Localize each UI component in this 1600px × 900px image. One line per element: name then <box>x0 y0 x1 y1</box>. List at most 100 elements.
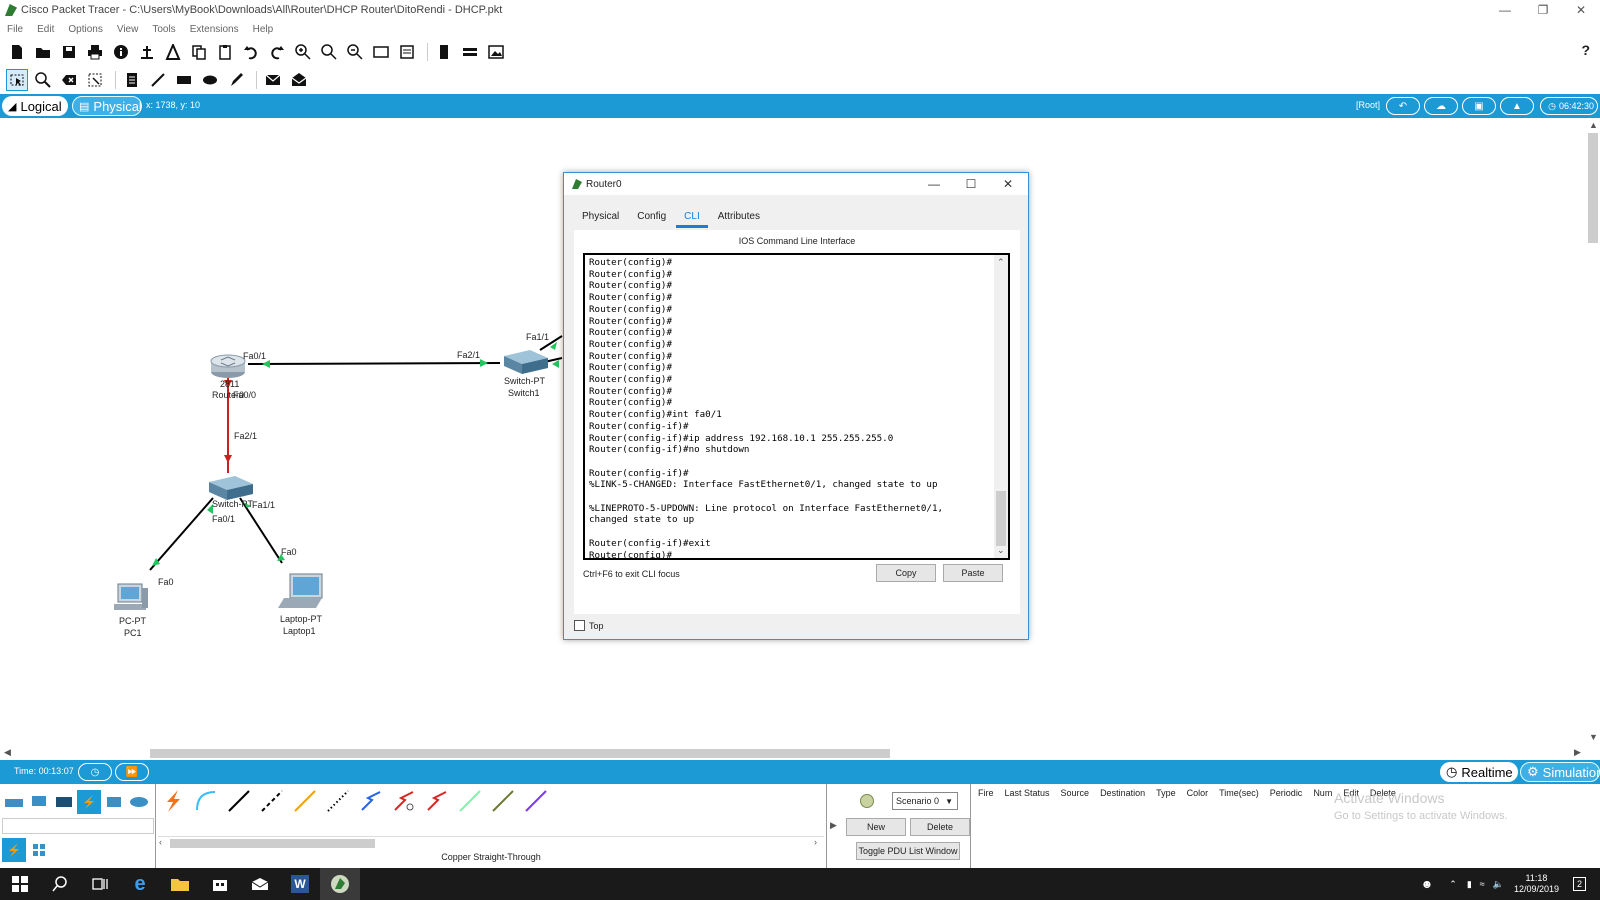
miscellaneous-icon[interactable] <box>102 790 126 814</box>
zoom-out-icon[interactable] <box>344 41 366 63</box>
menu-file[interactable]: File <box>7 24 23 35</box>
drawing-palette-icon[interactable] <box>370 41 392 63</box>
dialog-maximize-button[interactable]: ☐ <box>956 175 986 193</box>
cli-terminal[interactable]: Router(config)# Router(config)# Router(c… <box>583 253 1010 560</box>
simulation-mode-tab[interactable]: ⚙ Simulation <box>1520 762 1600 782</box>
draw-ellipse-icon[interactable] <box>199 69 221 91</box>
scroll-thumb[interactable] <box>170 839 375 848</box>
connections-icon[interactable] <box>77 790 101 814</box>
tab-attributes[interactable]: Attributes <box>710 208 768 228</box>
redo-icon[interactable] <box>266 41 288 63</box>
cluster-icon[interactable] <box>433 41 455 63</box>
simple-pdu-icon[interactable] <box>262 69 284 91</box>
select-icon[interactable] <box>6 69 28 91</box>
edge-browser-icon[interactable]: e <box>120 868 160 900</box>
logical-view-tab[interactable]: ◢ Logical <box>2 96 68 116</box>
new-file-icon[interactable] <box>6 41 28 63</box>
scroll-thumb[interactable] <box>996 491 1006 546</box>
start-windows-icon[interactable] <box>0 868 40 900</box>
place-note-icon[interactable] <box>121 69 143 91</box>
volume-icon[interactable]: 🔈 <box>1493 879 1504 890</box>
serial-dce-icon[interactable] <box>389 786 419 816</box>
paste-button[interactable]: Paste <box>943 564 1003 582</box>
menu-edit[interactable]: Edit <box>37 24 54 35</box>
workspace-vertical-scrollbar[interactable]: ▲ ▼ <box>1586 118 1600 746</box>
cluster-view-icon[interactable]: ☁ <box>1424 97 1458 115</box>
inspect-icon[interactable] <box>32 69 54 91</box>
scroll-down-arrow[interactable]: ▼ <box>1589 732 1598 742</box>
server-icon[interactable] <box>459 41 481 63</box>
scroll-right-arrow[interactable]: ▶ <box>1574 747 1581 758</box>
word-icon[interactable]: W <box>280 868 320 900</box>
fast-forward-icon[interactable]: ⏩ <box>115 763 149 781</box>
realtime-mode-tab[interactable]: ◷ Realtime <box>1440 762 1518 782</box>
workspace-clock[interactable]: ◷ 06:42:30 <box>1540 97 1598 115</box>
minimize-button[interactable]: — <box>1486 0 1524 20</box>
iot-custom-cable-icon[interactable] <box>488 786 518 816</box>
save-icon[interactable] <box>58 41 80 63</box>
draw-line-icon[interactable] <box>147 69 169 91</box>
zoom-in-icon[interactable] <box>292 41 314 63</box>
taskbar-clock[interactable]: 11:18 12/09/2019 <box>1514 873 1559 895</box>
network-devices-icon[interactable] <box>2 790 26 814</box>
menu-tools[interactable]: Tools <box>152 24 175 35</box>
components-icon[interactable] <box>52 790 76 814</box>
scroll-left-arrow[interactable]: ◀ <box>4 747 11 758</box>
mail-icon[interactable] <box>240 868 280 900</box>
usb-cable-icon[interactable] <box>521 786 551 816</box>
tab-cli[interactable]: CLI <box>676 208 708 228</box>
packet-tracer-taskbar-icon[interactable] <box>320 868 360 900</box>
print-icon[interactable] <box>84 41 106 63</box>
scroll-up-arrow[interactable]: ⌃ <box>997 257 1005 268</box>
delete-scenario-button[interactable]: Delete <box>910 818 970 836</box>
wifi-icon[interactable]: ≈ <box>1480 879 1485 889</box>
back-icon[interactable]: ↶ <box>1386 97 1420 115</box>
link-router-switch1[interactable] <box>247 362 501 365</box>
battery-icon[interactable]: ▮ <box>1467 879 1472 890</box>
notification-count[interactable]: 2 <box>1572 877 1586 891</box>
router0-icon[interactable] <box>210 354 246 378</box>
people-icon[interactable]: ☻ <box>1421 877 1434 891</box>
octal-cable-icon[interactable] <box>455 786 485 816</box>
scroll-up-arrow[interactable]: ▲ <box>1589 120 1598 130</box>
console-cable-icon[interactable] <box>191 786 221 816</box>
phone-cable-icon[interactable] <box>323 786 353 816</box>
tab-config[interactable]: Config <box>629 208 674 228</box>
custom-devices-icon[interactable] <box>396 41 418 63</box>
task-view-icon[interactable] <box>80 868 120 900</box>
laptop1-icon[interactable] <box>278 573 323 608</box>
help-icon[interactable]: ? <box>1581 42 1590 58</box>
resize-shape-icon[interactable] <box>84 69 106 91</box>
copper-straight-through-icon[interactable] <box>224 786 254 816</box>
end-devices-icon[interactable] <box>27 790 51 814</box>
complex-pdu-icon[interactable] <box>288 69 310 91</box>
dialog-close-button[interactable]: ✕ <box>993 175 1023 193</box>
undo-icon[interactable] <box>240 41 262 63</box>
paste-icon[interactable] <box>214 41 236 63</box>
toggle-pdu-list-button[interactable]: Toggle PDU List Window <box>856 842 960 860</box>
store-icon[interactable] <box>200 868 240 900</box>
coaxial-icon[interactable] <box>356 786 386 816</box>
viewport-icon[interactable]: ▣ <box>1462 97 1496 115</box>
cli-scrollbar[interactable]: ⌃ ⌄ <box>994 255 1008 558</box>
draw-rectangle-icon[interactable] <box>173 69 195 91</box>
grid-icon[interactable] <box>27 838 51 862</box>
multiuser-icon[interactable] <box>127 790 151 814</box>
connection-scrollbar[interactable]: ‹ › <box>158 836 824 849</box>
pc1-icon[interactable] <box>114 583 148 610</box>
info-icon[interactable] <box>110 41 132 63</box>
menu-view[interactable]: View <box>117 24 139 35</box>
scroll-right-arrow[interactable]: › <box>814 837 817 847</box>
workspace-horizontal-scrollbar[interactable]: ◀ ▶ <box>0 746 1586 760</box>
scroll-thumb[interactable] <box>1588 133 1598 243</box>
zoom-reset-icon[interactable] <box>318 41 340 63</box>
top-checkbox[interactable]: Top <box>574 620 604 631</box>
power-cycle-icon[interactable]: ◷ <box>78 763 112 781</box>
copy-icon[interactable] <box>188 41 210 63</box>
menu-options[interactable]: Options <box>68 24 102 35</box>
scenario-select[interactable]: Scenario 0 ▼ <box>892 792 958 810</box>
close-button[interactable]: ✕ <box>1562 0 1600 20</box>
menu-extensions[interactable]: Extensions <box>190 24 239 35</box>
scroll-down-arrow[interactable]: ⌄ <box>997 545 1005 556</box>
search-icon[interactable] <box>40 868 80 900</box>
